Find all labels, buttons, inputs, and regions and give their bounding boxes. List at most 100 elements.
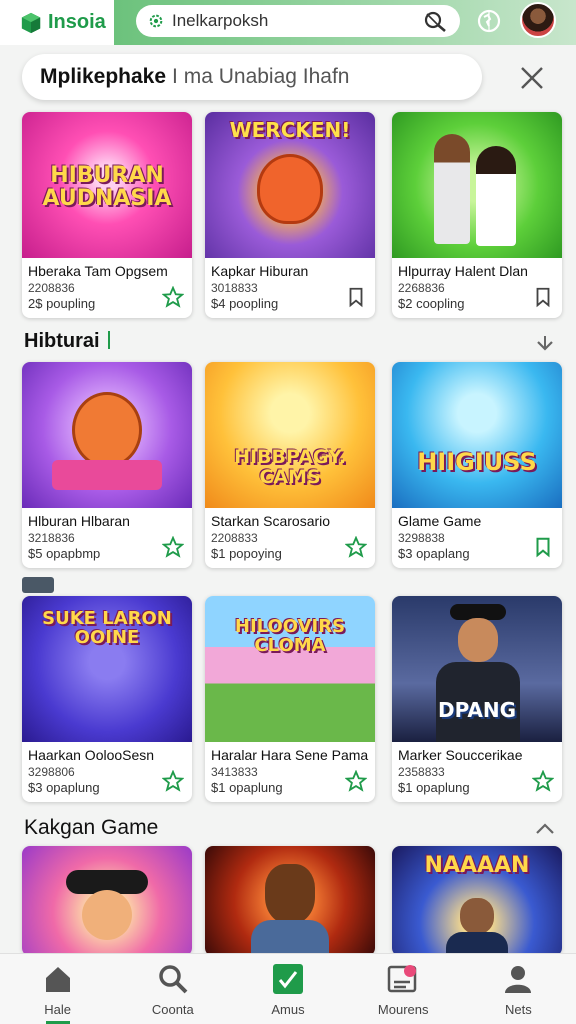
game-card[interactable]: SUKE LARON OOINE Haarkan OolooSesn 32988…: [22, 596, 192, 802]
character-art: [434, 134, 470, 244]
banner-subtitle: I ma Unabiag Ihafn: [172, 65, 350, 88]
game-thumbnail: [22, 362, 192, 508]
thumbnail-text: NAAAAN: [424, 853, 530, 878]
game-title: Glame Game: [398, 513, 482, 529]
nav-label: Nets: [505, 1002, 532, 1017]
character-art: [460, 898, 494, 934]
search-value: Inelkarpoksh: [172, 11, 269, 30]
bookmark-outline-icon[interactable]: [345, 286, 367, 308]
character-art: [251, 920, 329, 956]
game-thumbnail: NAAAAN: [392, 846, 562, 956]
game-card[interactable]: WERCKEN! Kapkar Hiburan 3018833 $4 poopl…: [205, 112, 375, 318]
section-title-text: Hibturai: [24, 330, 100, 352]
thumbnail-text: HIBBPAGY. CAMS: [234, 446, 346, 488]
search-icon: [159, 965, 188, 994]
nav-item-search[interactable]: Coonta: [115, 954, 230, 1024]
game-price: $1 popoying: [211, 546, 282, 561]
nav-item-media[interactable]: Mourens: [346, 954, 461, 1024]
chevron-down-icon[interactable]: [534, 332, 556, 354]
logo-text: Insoia: [48, 11, 106, 33]
game-thumbnail: [205, 846, 375, 956]
nav-item-profile[interactable]: Nets: [461, 954, 576, 1024]
game-card[interactable]: [205, 846, 375, 956]
game-title: Kapkar Hiburan: [211, 263, 309, 279]
game-id: 3298806: [28, 765, 75, 779]
top-bar: Insoia Inelkarpoksh: [0, 0, 576, 45]
chevron-up-icon[interactable]: [534, 818, 556, 840]
profile-icon: [505, 966, 532, 993]
logo[interactable]: Insoia: [0, 0, 114, 45]
search-input[interactable]: Inelkarpoksh: [136, 5, 460, 37]
game-card[interactable]: [22, 846, 192, 956]
star-outline-icon[interactable]: [162, 770, 184, 792]
character-art: [458, 618, 498, 662]
thumbnail-text: HIIGIUSS: [417, 448, 537, 476]
close-icon[interactable]: [518, 64, 546, 92]
logo-cube-icon: [21, 12, 41, 33]
nav-label: Coonta: [151, 1002, 194, 1017]
star-outline-icon[interactable]: [162, 536, 184, 558]
game-id: 2358833: [398, 765, 445, 779]
game-thumbnail: HIIGIUSS: [392, 362, 562, 508]
nav-label: Hale: [44, 1002, 71, 1017]
game-price: $1 opaplung: [398, 780, 470, 795]
game-card[interactable]: HIBURAN AUDNASIA Hberaka Tam Opgsem 2208…: [22, 112, 192, 318]
star-outline-icon[interactable]: [345, 536, 367, 558]
game-title: Hlburan Hlbaran: [28, 513, 130, 529]
game-thumbnail: HILOOVIRS CLOMA: [205, 596, 375, 742]
game-id: 3018833: [211, 281, 258, 295]
thumbnail-text: SUKE LARON OOINE: [42, 608, 172, 648]
globe-icon[interactable]: [476, 8, 502, 34]
character-art: [265, 864, 315, 924]
star-outline-icon[interactable]: [345, 770, 367, 792]
text-cursor: [107, 331, 110, 349]
game-id: 3413833: [211, 765, 258, 779]
game-price: $3 opaplung: [28, 780, 100, 795]
star-outline-icon[interactable]: [162, 286, 184, 308]
nav-item-home[interactable]: Hale: [0, 954, 115, 1024]
character-art: [82, 890, 132, 940]
promo-banner[interactable]: Mplikephake I ma Unabiag Ihafn: [22, 54, 482, 100]
check-square-icon: [273, 964, 303, 994]
game-thumbnail: SUKE LARON OOINE: [22, 596, 192, 742]
banner-title: Mplikephake: [40, 65, 167, 88]
nav-label: Amus: [271, 1002, 305, 1017]
nav-item-games[interactable]: Amus: [230, 954, 345, 1024]
badge-icon: [22, 577, 54, 593]
thumbnail-text: DPANG: [437, 698, 517, 722]
section-title: Kakgan Game: [24, 816, 159, 839]
game-card[interactable]: HILOOVIRS CLOMA Haralar Hara Sene Pama 3…: [205, 596, 375, 802]
game-price: $1 opaplung: [211, 780, 283, 795]
game-thumbnail: HIBURAN AUDNASIA: [22, 112, 192, 258]
game-price: 2$ poupling: [28, 296, 96, 311]
search-icon[interactable]: [422, 10, 448, 32]
game-title: Starkan Scarosario: [211, 513, 331, 529]
game-card[interactable]: NAAAAN: [392, 846, 562, 956]
gear-icon[interactable]: [148, 13, 164, 29]
game-title: Hlpurray Halent Dlan: [398, 263, 528, 279]
game-thumbnail: [392, 112, 562, 258]
game-id: 3298838: [398, 531, 445, 545]
game-price: $5 opapbmp: [28, 546, 101, 561]
basket-art: [52, 460, 162, 490]
thumbnail-text: WERCKEN!: [229, 118, 351, 142]
game-price: $3 opaplang: [398, 546, 470, 561]
game-thumbnail: [22, 846, 192, 956]
game-thumbnail: DPANG: [392, 596, 562, 742]
game-card[interactable]: HIIGIUSS Glame Game 3298838 $3 opaplang: [392, 362, 562, 568]
game-card[interactable]: HIBBPAGY. CAMS Starkan Scarosario 220883…: [205, 362, 375, 568]
game-id: 2268836: [398, 281, 445, 295]
game-price: $2 coopling: [398, 296, 465, 311]
game-thumbnail: HIBBPAGY. CAMS: [205, 362, 375, 508]
game-title: Haarkan OolooSesn: [28, 747, 155, 763]
game-card[interactable]: Hlburan Hlbaran 3218836 $5 opapbmp: [22, 362, 192, 568]
thumbnail-text: HILOOVIRS CLOMA: [234, 616, 346, 656]
character-art: [476, 146, 516, 246]
avatar[interactable]: [520, 2, 556, 38]
game-card[interactable]: Hlpurray Halent Dlan 2268836 $2 coopling: [392, 112, 562, 318]
thumbnail-text: HIBURAN AUDNASIA: [42, 163, 172, 212]
bookmark-outline-icon[interactable]: [532, 286, 554, 308]
game-card[interactable]: DPANG Marker Souccerikae 2358833 $1 opap…: [392, 596, 562, 802]
bookmark-outline-icon[interactable]: [532, 536, 554, 558]
star-outline-icon[interactable]: [532, 770, 554, 792]
